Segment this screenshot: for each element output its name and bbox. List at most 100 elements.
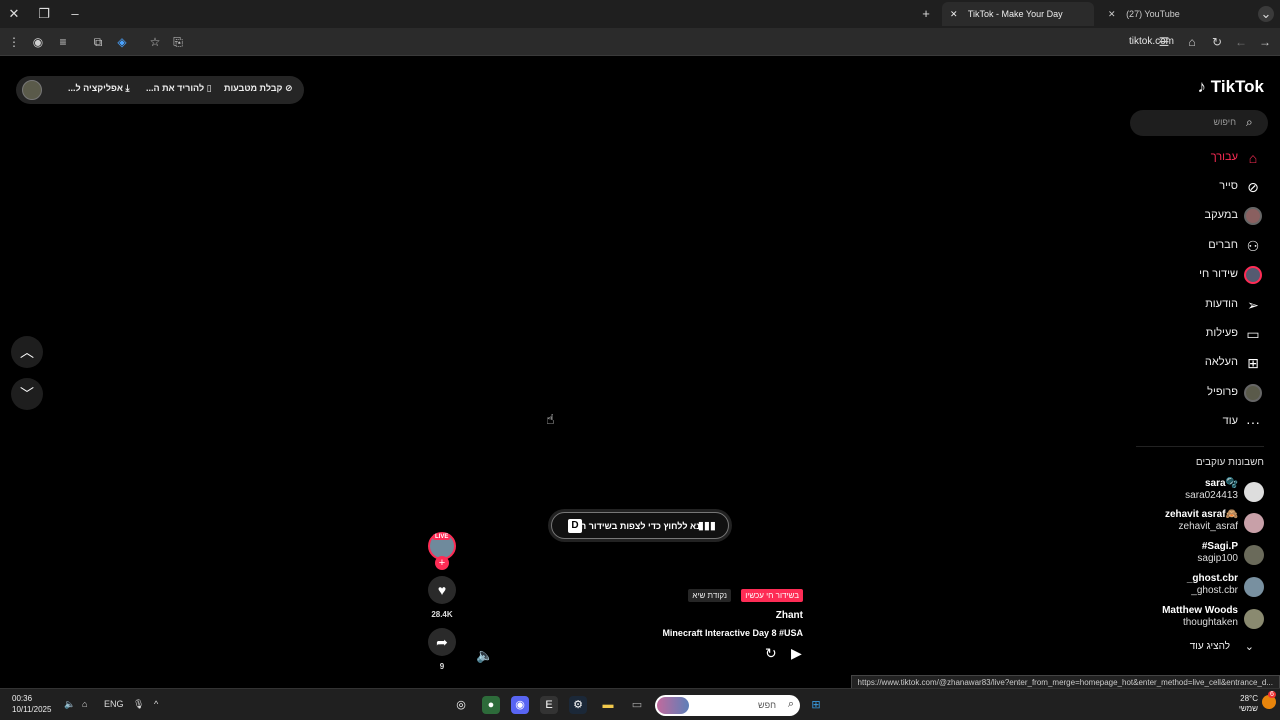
close-tab-icon[interactable]: ✕ <box>1108 9 1116 19</box>
get-coins-button[interactable]: ⊘ קבלת מטבעות <box>224 83 293 94</box>
sidebar-item-label: במעקב <box>1204 209 1239 221</box>
sidebar-divider <box>1136 446 1264 447</box>
sidebar-item-upload[interactable]: העלאה ⊞ <box>1138 352 1268 374</box>
sidebar-item-label: פעילות <box>1205 327 1238 339</box>
microphone-icon[interactable]: 🎙 <box>133 699 144 710</box>
following-avatar-icon <box>1244 207 1262 225</box>
heart-icon: ♥ <box>437 582 447 598</box>
home-icon: ⌂ <box>1248 150 1258 166</box>
keyboard-shortcut-badge: D <box>568 519 582 533</box>
sidebar-item-more[interactable]: עוד ··· <box>1138 411 1268 433</box>
cast-icon[interactable]: ⎘ <box>170 34 186 50</box>
tab-list-icon[interactable]: ⌄ <box>1258 6 1274 22</box>
account-username: _ghost.cbr <box>1191 585 1238 596</box>
sidebar-item-following[interactable]: במעקב <box>1138 205 1268 227</box>
get-app-button[interactable]: ⤓ אפליקציה ל... <box>68 83 130 94</box>
upload-icon: ⊞ <box>1247 355 1259 371</box>
share-button[interactable]: ➦ <box>428 628 456 656</box>
restore-window-icon[interactable]: ❐ <box>36 6 52 22</box>
menu-dots-icon[interactable]: ⋮ <box>6 34 22 50</box>
chrome-icon[interactable]: ● <box>482 696 500 714</box>
file-explorer-icon[interactable]: ▬ <box>599 696 617 714</box>
sidebar-item-live[interactable]: שידור חי <box>1138 264 1268 286</box>
tab-youtube[interactable]: ✕ (27) YouTube <box>1100 2 1250 26</box>
play-icon[interactable]: ▶ <box>791 645 802 662</box>
sidebar-item-label: העלאה <box>1204 356 1238 368</box>
sidebar-item-friends[interactable]: חברים ⚇ <box>1138 235 1268 257</box>
live-now-badge: בשידור חי עכשיו <box>741 589 803 602</box>
extensions-icon[interactable]: ⧉ <box>90 34 106 50</box>
task-view-icon[interactable]: ▭ <box>628 696 646 714</box>
close-tab-icon[interactable]: ✕ <box>950 9 958 19</box>
hand-cursor-icon: ☝ <box>546 411 555 427</box>
send-icon: ➢ <box>1247 297 1259 313</box>
chevron-up-icon[interactable]: ^ <box>154 699 158 709</box>
steam-icon[interactable]: ⚙ <box>569 696 587 714</box>
tap-to-watch-live-button[interactable]: ▮▮▮ נא ללחוץ כדי לצפות בשידור החי D <box>551 512 729 539</box>
app-icon[interactable]: ◎ <box>452 696 470 714</box>
windows-start-icon[interactable]: ⊞ <box>807 696 825 714</box>
status-bar-url: https://www.tiktok.com/@zhanawar83/live?… <box>850 675 1280 689</box>
like-button[interactable]: ♥ <box>428 576 456 604</box>
sidebar-item-label: עבורך <box>1210 151 1238 163</box>
user-avatar[interactable] <box>22 80 42 100</box>
new-tab-icon[interactable]: + <box>918 6 934 22</box>
download-app-button[interactable]: ▯ להוריד את ה... <box>146 83 212 94</box>
chevron-up-icon: ︿ <box>20 344 34 360</box>
next-video-button[interactable]: ﹀ <box>11 378 43 410</box>
taskbar-search[interactable]: חפש ⌕ <box>655 695 800 716</box>
sidebar-item-profile[interactable]: פרופיל <box>1138 382 1268 404</box>
avatar <box>1244 513 1264 533</box>
previous-video-button[interactable]: ︿ <box>11 336 43 368</box>
friends-icon: ⚇ <box>1246 238 1260 254</box>
show-more-button[interactable]: להציג עוד ⌄ <box>1128 641 1268 657</box>
minimize-window-icon[interactable]: – <box>67 6 83 22</box>
back-icon[interactable]: ← <box>1233 34 1249 50</box>
refresh-icon[interactable]: ↻ <box>765 645 777 662</box>
sidebar-item-explore[interactable]: סייר ⊘ <box>1138 176 1268 198</box>
reading-list-icon[interactable]: ≡ <box>55 34 71 50</box>
extension-icon[interactable]: ◈ <box>114 34 130 50</box>
weather-widget[interactable]: 28°C שמשי <box>1239 694 1258 714</box>
sidebar-item-label: סייר <box>1219 180 1238 192</box>
sidebar-item-label: שידור חי <box>1199 268 1238 280</box>
speaker-icon[interactable]: 🔈 <box>64 699 75 710</box>
discord-icon[interactable]: ◉ <box>511 696 529 714</box>
account-name: _ghost.cbr <box>1186 573 1238 584</box>
account-name: Matthew Woods <box>1162 605 1238 616</box>
sidebar-item-for-you[interactable]: עבורך ⌂ <box>1138 147 1268 169</box>
tiktok-page: ⤓ אפליקציה ל... ▯ להוריד את ה... ⊘ קבלת … <box>0 57 1280 688</box>
language-indicator[interactable]: ENG <box>104 699 124 709</box>
volume-icon[interactable]: 🔈 <box>476 647 493 664</box>
clock[interactable]: 00:36 10/11/2025 <box>12 693 51 715</box>
highlight-badge: נקודת שיא <box>688 589 731 602</box>
profile-icon[interactable]: ◉ <box>30 34 46 50</box>
following-account[interactable]: _ghost.cbr _ghost.cbr <box>1128 573 1268 601</box>
bookmark-star-icon[interactable]: ☆ <box>147 34 163 50</box>
epic-games-icon[interactable]: E <box>540 696 558 714</box>
tab-tiktok[interactable]: ✕ TikTok - Make Your Day <box>942 2 1094 26</box>
following-account[interactable]: #Sagi.P sagip100 <box>1128 541 1268 569</box>
home-button-icon[interactable]: ⌂ <box>1184 34 1200 50</box>
tiktok-logo[interactable]: ♪ TikTok <box>1198 77 1264 97</box>
search-input[interactable]: חיפוש ⌕ <box>1130 110 1268 136</box>
network-icon[interactable]: ⌂ <box>82 699 87 709</box>
reload-icon[interactable]: ↻ <box>1209 34 1225 50</box>
follow-plus-icon[interactable]: + <box>435 556 449 570</box>
creator-name[interactable]: Zhant <box>776 610 803 621</box>
chevron-down-icon: ﹀ <box>20 386 34 402</box>
sidebar-item-activity[interactable]: פעילות ▭ <box>1138 323 1268 345</box>
profile-avatar-icon <box>1244 384 1262 402</box>
share-count: 9 <box>439 662 445 671</box>
sidebar-item-label: חברים <box>1208 239 1238 251</box>
sidebar-item-messages[interactable]: הודעות ➢ <box>1138 294 1268 316</box>
close-window-icon[interactable]: ✕ <box>6 6 22 22</box>
sun-icon: 6 <box>1262 691 1276 709</box>
following-account[interactable]: zehavit asraf🙈 zehavit_asraf <box>1128 509 1268 537</box>
following-account[interactable]: sara🫧 sara024413 <box>1128 478 1268 506</box>
site-settings-icon[interactable]: ☰ <box>1156 34 1172 50</box>
search-icon[interactable]: ⌕ <box>1246 115 1260 129</box>
following-account[interactable]: Matthew Woods thoughtaken <box>1128 605 1268 633</box>
live-avatar-icon <box>1244 266 1262 284</box>
forward-icon[interactable]: → <box>1257 34 1273 50</box>
